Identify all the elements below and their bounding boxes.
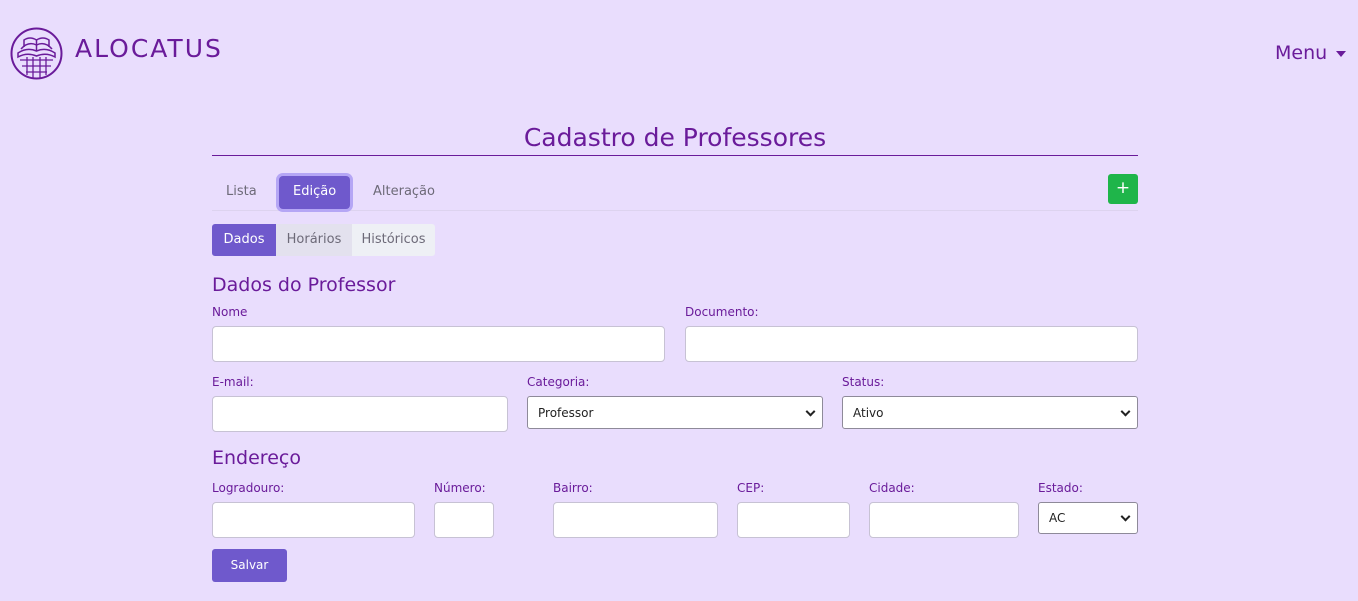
subtab-dados[interactable]: Dados bbox=[212, 224, 276, 256]
documento-input[interactable] bbox=[685, 326, 1138, 362]
email-input[interactable] bbox=[212, 396, 508, 432]
estado-selected-value: AC bbox=[1049, 511, 1066, 525]
nome-input[interactable] bbox=[212, 326, 665, 362]
subtab-historicos[interactable]: Históricos bbox=[352, 224, 435, 256]
tab-alteracao[interactable]: Alteração bbox=[359, 174, 449, 210]
subtab-group: Dados Horários Históricos bbox=[212, 224, 1138, 256]
menu-dropdown-toggle[interactable]: Menu bbox=[1275, 42, 1347, 64]
tab-bar: Lista Edição Alteração + bbox=[212, 174, 1138, 211]
tab-edicao[interactable]: Edição bbox=[279, 176, 351, 209]
cep-label: CEP: bbox=[737, 481, 765, 495]
endereco-section-title: Endereço bbox=[212, 447, 301, 469]
chevron-down-icon bbox=[805, 406, 816, 417]
estado-label: Estado: bbox=[1038, 481, 1083, 495]
page-title: Cadastro de Professores bbox=[212, 120, 1138, 156]
status-select[interactable]: Ativo bbox=[842, 396, 1138, 429]
documento-label: Documento: bbox=[685, 305, 759, 319]
professor-section-title: Dados do Professor bbox=[212, 274, 396, 296]
categoria-label: Categoria: bbox=[527, 375, 590, 389]
email-label: E-mail: bbox=[212, 375, 254, 389]
cep-input[interactable] bbox=[737, 502, 850, 538]
numero-label: Número: bbox=[434, 481, 486, 495]
nome-label: Nome bbox=[212, 305, 248, 319]
status-selected-value: Ativo bbox=[853, 405, 884, 420]
categoria-selected-value: Professor bbox=[538, 405, 594, 420]
chevron-down-icon bbox=[1120, 406, 1131, 417]
caret-down-icon bbox=[1336, 50, 1347, 57]
cidade-input[interactable] bbox=[869, 502, 1019, 538]
categoria-select[interactable]: Professor bbox=[527, 396, 823, 429]
save-button[interactable]: Salvar bbox=[212, 549, 287, 582]
book-globe-logo-icon[interactable] bbox=[10, 27, 63, 80]
tab-lista[interactable]: Lista bbox=[212, 174, 271, 210]
chevron-down-icon bbox=[1120, 511, 1131, 522]
logradouro-label: Logradouro: bbox=[212, 481, 285, 495]
add-button[interactable]: + bbox=[1108, 174, 1138, 204]
estado-select[interactable]: AC bbox=[1038, 502, 1138, 534]
brand-name[interactable]: ALOCATUS bbox=[75, 34, 223, 63]
subtab-horarios[interactable]: Horários bbox=[276, 224, 352, 256]
bairro-label: Bairro: bbox=[553, 481, 593, 495]
menu-label: Menu bbox=[1275, 42, 1328, 64]
numero-input[interactable] bbox=[434, 502, 494, 538]
logradouro-input[interactable] bbox=[212, 502, 415, 538]
main-content: Cadastro de Professores Lista Edição Alt… bbox=[212, 120, 1138, 297]
cidade-label: Cidade: bbox=[869, 481, 915, 495]
status-label: Status: bbox=[842, 375, 885, 389]
bairro-input[interactable] bbox=[553, 502, 718, 538]
navbar: ALOCATUS Menu bbox=[0, 0, 1358, 105]
